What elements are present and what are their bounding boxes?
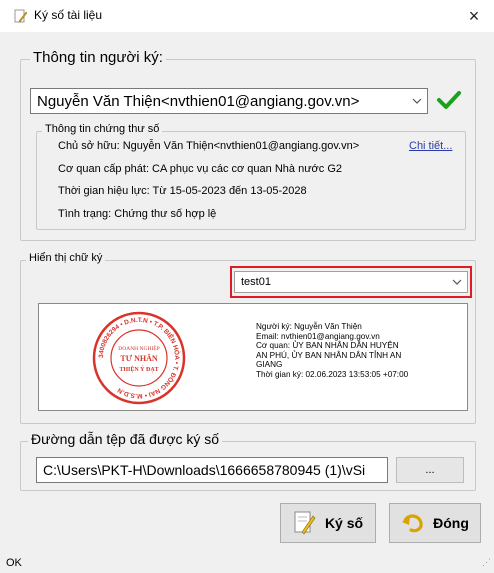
browse-button[interactable]: ... xyxy=(396,457,464,483)
preview-agency-cont-2: GIANG xyxy=(256,360,283,370)
sign-pen-icon xyxy=(293,510,317,536)
signer-select-value: Nguyễn Văn Thiện<nvthien01@angiang.gov.v… xyxy=(37,92,360,110)
cert-issuer: Cơ quan cấp phát: CA phục vụ các cơ quan… xyxy=(58,163,342,175)
output-path-value: C:\Users\PKT-H\Downloads\1666658780945 (… xyxy=(43,462,366,478)
output-path-input[interactable]: C:\Users\PKT-H\Downloads\1666658780945 (… xyxy=(36,457,388,483)
signature-info-text: Người ký: Nguyễn Văn Thiện Email: nvthie… xyxy=(256,322,464,380)
sign-button-label: Ký số xyxy=(324,515,364,531)
close-window-button[interactable]: × xyxy=(454,0,494,32)
output-path-legend: Đường dẫn tệp đã được ký số xyxy=(28,431,223,447)
status-bar: OK ⋰ xyxy=(0,553,494,573)
title-bar: Ký số tài liệu × xyxy=(0,0,494,32)
cert-details-link[interactable]: Chi tiết... xyxy=(409,140,452,152)
status-text: OK xyxy=(6,557,22,569)
cert-owner: Chủ sở hữu: Nguyễn Văn Thiện<nvthien01@a… xyxy=(58,140,360,152)
signer-info-legend: Thông tin người ký: xyxy=(30,49,166,66)
close-button-label: Đóng xyxy=(433,515,469,531)
preview-email: Email: nvthien01@angiang.gov.vn xyxy=(256,331,380,341)
cert-validity: Thời gian hiệu lực: Từ 15-05-2023 đến 13… xyxy=(58,185,307,197)
resize-grip-icon[interactable]: ⋰ xyxy=(482,557,491,568)
seal-line-2: TƯ NHÂN xyxy=(120,353,157,363)
dialog-window: Ký số tài liệu × Thông tin người ký: Ngu… xyxy=(0,0,494,573)
seal-line-3: THIỆN Ý ĐẠT xyxy=(119,365,158,373)
signature-display-legend: Hiển thị chữ ký xyxy=(26,252,106,264)
chevron-down-icon xyxy=(447,277,467,288)
close-button[interactable]: Đóng xyxy=(389,503,481,543)
document-sign-icon xyxy=(14,9,28,23)
preview-sign-time: Thời gian ký: 02.06.2023 13:53:05 +07:00 xyxy=(256,369,409,379)
signature-template-select[interactable]: test01 xyxy=(234,271,468,293)
valid-check-icon xyxy=(436,89,462,116)
chevron-down-icon xyxy=(407,96,427,107)
signature-preview: 3400826294 • D.N.T.N • T.P. BIÊN HÒA • T… xyxy=(38,303,468,411)
undo-arrow-icon xyxy=(401,511,425,535)
cert-info-legend: Thông tin chứng thư số xyxy=(42,123,163,135)
preview-agency-cont: AN PHÚ, ỦY BAN NHÂN DÂN TỈNH AN xyxy=(256,350,402,360)
preview-signer: Người ký: Nguyễn Văn Thiện xyxy=(256,322,362,331)
signature-template-value: test01 xyxy=(241,276,271,288)
preview-agency: Cơ quan: ỦY BAN NHÂN DÂN HUYỆN xyxy=(256,341,399,351)
signer-select[interactable]: Nguyễn Văn Thiện<nvthien01@angiang.gov.v… xyxy=(30,88,428,114)
sign-button[interactable]: Ký số xyxy=(280,503,376,543)
company-seal: 3400826294 • D.N.T.N • T.P. BIÊN HÒA • T… xyxy=(91,310,187,406)
window-title: Ký số tài liệu xyxy=(34,8,103,22)
seal-line-1: DOANH NGHIỆP xyxy=(118,344,159,352)
cert-status: Tình trạng: Chứng thư số hợp lệ xyxy=(58,208,217,220)
